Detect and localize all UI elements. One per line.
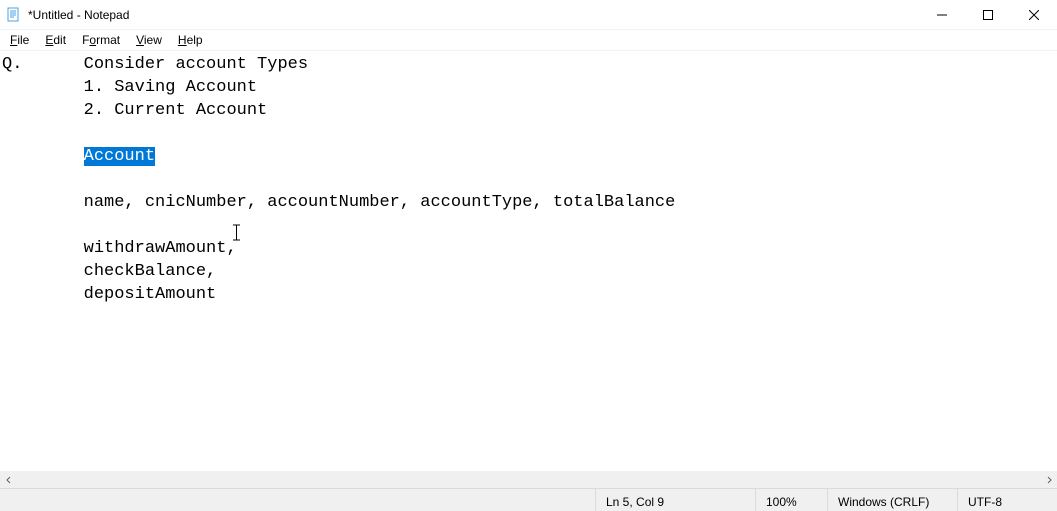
notepad-app-icon [6,7,22,23]
menu-file[interactable]: File [2,32,37,48]
menu-format[interactable]: Format [74,32,128,48]
status-zoom: 100% [755,489,827,511]
statusbar: Ln 5, Col 9 100% Windows (CRLF) UTF-8 [0,488,1057,511]
menu-edit[interactable]: Edit [37,32,74,48]
text-editor[interactable]: Q. Consider account Types 1. Saving Acco… [0,51,1057,471]
menu-help[interactable]: Help [170,32,211,48]
notepad-window: *Untitled - Notepad File Edit Format Vie… [0,0,1057,511]
status-cursor-position: Ln 5, Col 9 [595,489,755,511]
close-button[interactable] [1011,0,1057,30]
titlebar: *Untitled - Notepad [0,0,1057,30]
minimize-button[interactable] [919,0,965,30]
menu-view[interactable]: View [128,32,170,48]
horizontal-scrollbar[interactable] [0,471,1057,488]
status-encoding: UTF-8 [957,489,1057,511]
maximize-button[interactable] [965,0,1011,30]
statusbar-spacer [0,489,595,511]
scroll-right-icon[interactable] [1040,471,1057,488]
text-selection: Account [84,147,155,166]
status-line-ending: Windows (CRLF) [827,489,957,511]
menubar: File Edit Format View Help [0,30,1057,50]
scroll-track[interactable] [17,471,1040,488]
window-title: *Untitled - Notepad [28,8,129,22]
scroll-left-icon[interactable] [0,471,17,488]
editor-area: Q. Consider account Types 1. Saving Acco… [0,50,1057,488]
